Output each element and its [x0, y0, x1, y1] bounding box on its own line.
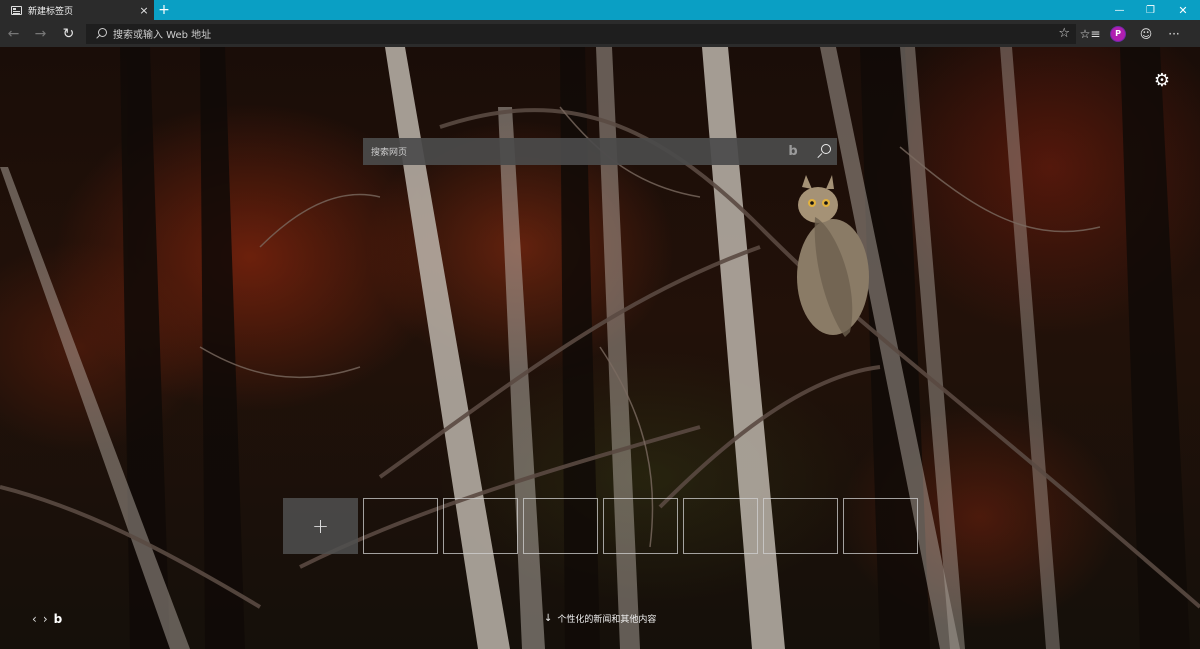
forward-button[interactable]: →: [27, 20, 54, 47]
title-bar: 新建标签页 × + — ❐ ✕: [0, 0, 1200, 20]
site-tile[interactable]: [603, 498, 678, 554]
settings-gear-icon[interactable]: ⚙: [1152, 71, 1172, 91]
personalized-news-link[interactable]: ↓ 个性化的新闻和其他内容: [544, 612, 656, 625]
tab-title: 新建标签页: [28, 6, 74, 17]
previous-image-button[interactable]: ‹: [32, 612, 37, 626]
tab-new-tab[interactable]: 新建标签页 ×: [0, 0, 154, 20]
search-button[interactable]: [811, 138, 837, 165]
bing-icon: b: [788, 144, 798, 159]
profile-button[interactable]: P: [1104, 20, 1132, 47]
address-placeholder: 搜索或输入 Web 地址: [113, 30, 212, 41]
arrow-down-icon: ↓: [544, 613, 553, 624]
titlebar-drag-area[interactable]: [174, 0, 1104, 20]
new-tab-button[interactable]: +: [154, 0, 174, 20]
image-navigation: ‹ › b: [32, 612, 62, 626]
bing-logo-icon[interactable]: b: [54, 612, 63, 626]
avatar: P: [1110, 25, 1126, 42]
top-sites: +: [283, 498, 918, 554]
more-menu-button[interactable]: ···: [1160, 20, 1188, 47]
search-icon: [94, 27, 108, 41]
close-window-button[interactable]: ✕: [1166, 0, 1200, 20]
minimize-button[interactable]: —: [1104, 0, 1135, 20]
site-tile[interactable]: [843, 498, 918, 554]
back-button[interactable]: ←: [0, 20, 27, 47]
next-image-button[interactable]: ›: [43, 612, 48, 626]
site-tile[interactable]: [363, 498, 438, 554]
feedback-smiley-icon[interactable]: ☺: [1132, 20, 1160, 47]
news-label: 个性化的新闻和其他内容: [557, 615, 657, 625]
address-input[interactable]: 搜索或输入 Web 地址 ☆: [86, 23, 1076, 44]
address-toolbar: ← → ↻ 搜索或输入 Web 地址 ☆ ☆≡ P ☺ ···: [0, 20, 1200, 47]
add-site-button[interactable]: +: [283, 498, 358, 554]
site-tile[interactable]: [523, 498, 598, 554]
web-search-box[interactable]: 搜索网页 b: [363, 138, 837, 165]
newtab-page-icon: [11, 5, 22, 15]
newtab-background-image: ⚙ 搜索网页 b + ‹ › b ↓ 个性化的新闻和其他内容: [0, 47, 1200, 649]
site-tile[interactable]: [443, 498, 518, 554]
search-input[interactable]: 搜索网页: [371, 145, 783, 158]
refresh-button[interactable]: ↻: [55, 20, 82, 47]
site-tile[interactable]: [763, 498, 838, 554]
site-tile[interactable]: [683, 498, 758, 554]
favorites-hub-button[interactable]: ☆≡: [1076, 20, 1104, 47]
tab-close-button[interactable]: ×: [134, 0, 154, 20]
restore-button[interactable]: ❐: [1135, 0, 1166, 20]
favorite-star-icon[interactable]: ☆: [1058, 26, 1070, 41]
